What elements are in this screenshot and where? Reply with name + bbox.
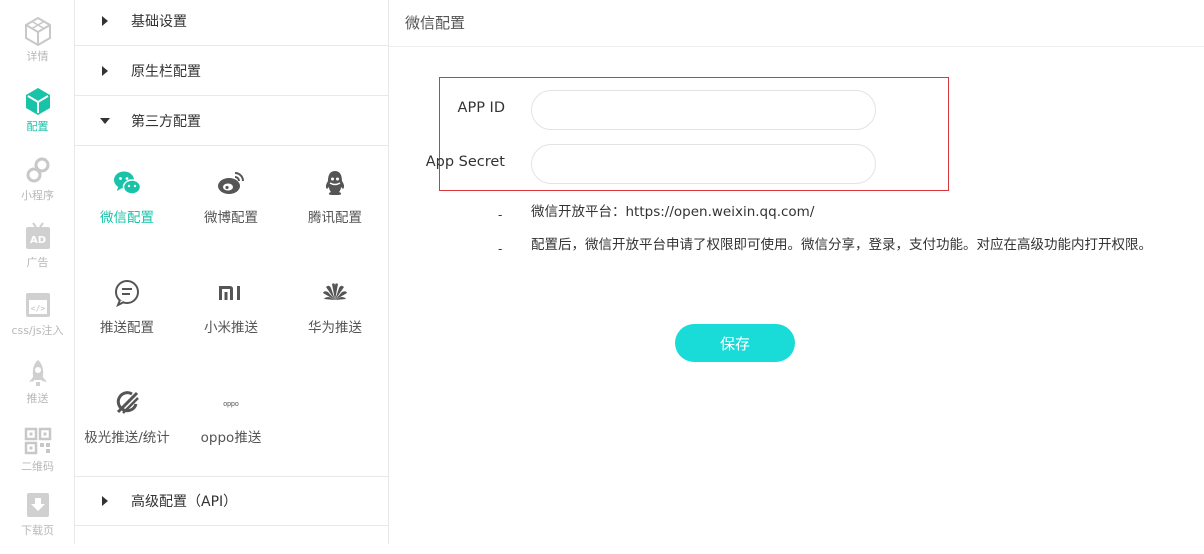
section-basic-settings[interactable]: 基础设置	[75, 0, 388, 46]
cube-outline-icon	[24, 16, 51, 46]
section-label: 第三方配置	[131, 113, 201, 130]
grid-item-jiguang[interactable]: 极光推送/统计	[75, 382, 179, 452]
code-icon: </>	[25, 293, 50, 317]
grid-item-wechat[interactable]: 微信配置	[75, 162, 179, 232]
grid-item-tencent[interactable]: 腾讯配置	[283, 162, 387, 232]
section-label: 基础设置	[131, 13, 187, 30]
note-bullet: -	[498, 242, 503, 256]
svg-text:</>: </>	[30, 304, 45, 313]
chevron-down-icon	[100, 117, 110, 124]
rail-item-details[interactable]: 详情	[0, 16, 75, 80]
huawei-icon	[323, 283, 347, 300]
grid-item-label: 极光推送/统计	[84, 430, 170, 446]
rail-item-label: 下载页	[21, 524, 54, 537]
oppo-logo-text: oppo	[223, 401, 239, 408]
title-divider	[389, 46, 1204, 47]
rail-item-label: css/js注入	[11, 324, 64, 337]
grid-item-label: 腾讯配置	[308, 210, 362, 226]
section-native-bar[interactable]: 原生栏配置	[75, 46, 388, 96]
app-secret-label: App Secret	[425, 154, 505, 170]
oppo-icon: oppo	[223, 401, 239, 408]
ad-icon: AD	[25, 222, 50, 249]
save-button[interactable]: 保存	[675, 324, 795, 362]
svg-text:AD: AD	[29, 235, 45, 246]
rail-item-label: 广告	[26, 256, 49, 269]
grid-item-push[interactable]: 推送配置	[75, 272, 179, 342]
rail-item-label: 小程序	[21, 189, 54, 202]
left-rail: 详情 配置 小程序 AD 广告 </> css/js注入 推送 二维码 下载页	[0, 0, 75, 544]
rocket-icon	[28, 360, 47, 386]
grid-item-label: oppo推送	[200, 430, 262, 446]
grid-item-label: 推送配置	[100, 320, 154, 336]
app-id-input[interactable]	[531, 90, 876, 130]
note-usage: 配置后，微信开放平台申请了权限即可使用。微信分享，登录，支付功能。对应在高级功能…	[531, 237, 1152, 253]
config-menu: 基础设置 原生栏配置 第三方配置 微信配置 微博配置 腾讯配置 推送配置 小米推…	[75, 0, 389, 544]
rail-item-label: 详情	[26, 50, 49, 63]
rail-item-label: 配置	[26, 120, 49, 133]
grid-item-label: 华为推送	[308, 320, 362, 336]
rail-item-inject[interactable]: </> css/js注入	[0, 290, 75, 354]
rail-item-config[interactable]: 配置	[0, 86, 75, 150]
note-platform-url: 微信开放平台：https://open.weixin.qq.com/	[531, 204, 815, 220]
xiaomi-icon	[219, 286, 240, 300]
qq-icon	[325, 171, 345, 195]
qrcode-icon	[24, 427, 51, 455]
rail-item-push[interactable]: 推送	[0, 358, 75, 422]
section-advanced[interactable]: 高级配置（API）	[75, 476, 388, 526]
cube-filled-icon	[25, 88, 50, 115]
rail-item-download[interactable]: 下载页	[0, 490, 75, 554]
rail-item-miniprogram[interactable]: 小程序	[0, 155, 75, 219]
rail-item-label: 推送	[26, 392, 49, 405]
grid-item-label: 小米推送	[204, 320, 258, 336]
rail-item-ads[interactable]: AD 广告	[0, 222, 75, 286]
chevron-right-icon	[102, 15, 108, 26]
chat-bubble-icon	[115, 280, 139, 308]
app-id-label: APP ID	[457, 100, 505, 116]
section-label: 原生栏配置	[131, 63, 201, 80]
grid-item-label: 微博配置	[204, 210, 258, 226]
note-bullet: -	[498, 208, 503, 222]
rail-item-label: 二维码	[21, 460, 54, 473]
grid-item-oppo[interactable]: oppo oppo推送	[179, 382, 283, 452]
section-third-party[interactable]: 第三方配置	[75, 96, 388, 146]
miniprogram-icon	[26, 157, 49, 183]
rail-item-qrcode[interactable]: 二维码	[0, 426, 75, 490]
grid-item-label: 微信配置	[100, 210, 154, 226]
jiguang-icon	[116, 391, 139, 414]
weibo-icon	[218, 172, 244, 194]
chevron-right-icon	[102, 496, 108, 506]
app-secret-input[interactable]	[531, 144, 876, 184]
download-icon	[26, 493, 49, 517]
section-label: 高级配置（API）	[131, 494, 238, 510]
chevron-right-icon	[102, 65, 108, 76]
wechat-icon	[114, 171, 142, 195]
grid-item-xiaomi[interactable]: 小米推送	[179, 272, 283, 342]
grid-item-huawei[interactable]: 华为推送	[283, 272, 387, 342]
page-title: 微信配置	[405, 14, 466, 32]
grid-item-weibo[interactable]: 微博配置	[179, 162, 283, 232]
